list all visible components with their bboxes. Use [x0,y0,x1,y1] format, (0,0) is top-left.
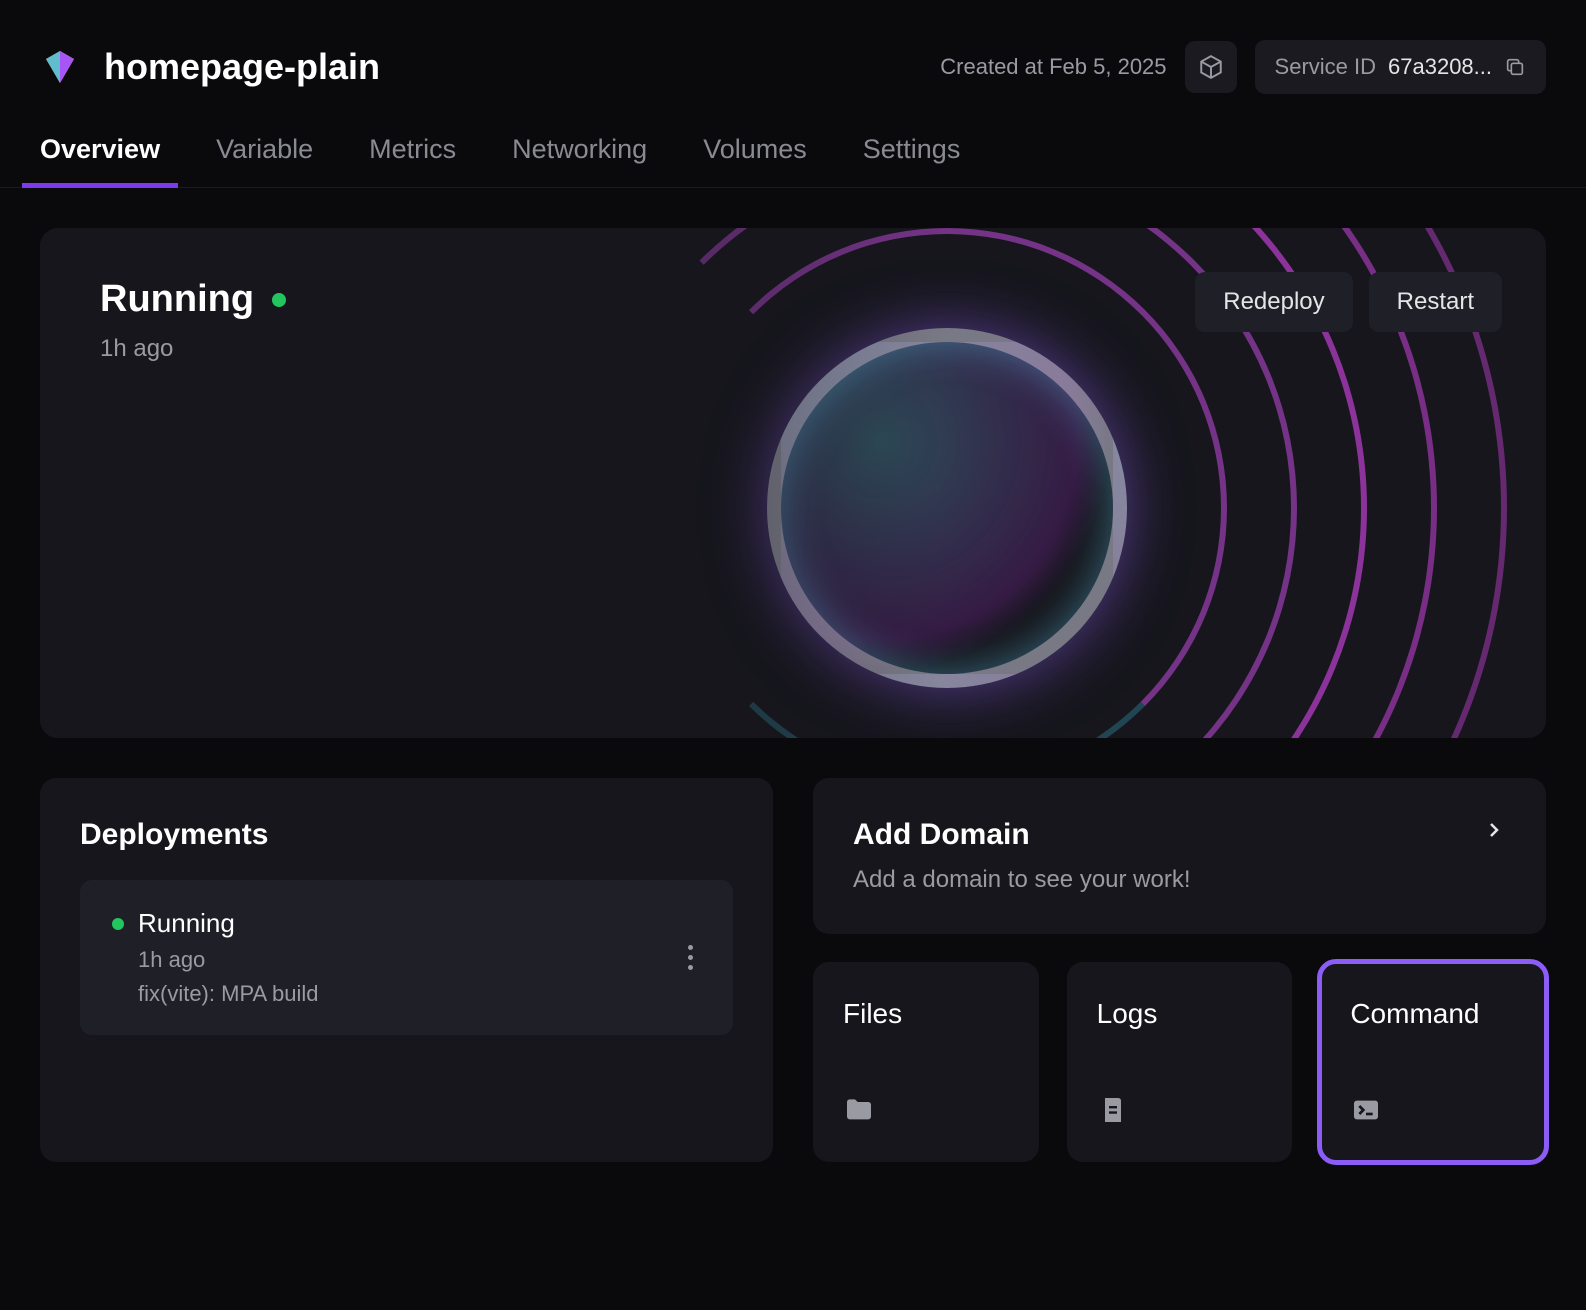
tab-overview[interactable]: Overview [40,134,160,187]
deployments-title: Deployments [80,818,733,852]
created-at-label: Created at Feb 5, 2025 [940,54,1166,80]
logo-icon [40,47,80,87]
service-id-label: Service ID [1275,54,1376,80]
terminal-icon [1350,1094,1382,1126]
add-domain-card[interactable]: Add Domain Add a domain to see your work… [813,778,1546,934]
header: homepage-plain Created at Feb 5, 2025 Se… [0,0,1586,114]
status-text: Running [100,278,254,321]
tool-label: Files [843,998,1009,1030]
redeploy-button[interactable]: Redeploy [1195,272,1352,332]
tabs: Overview Variable Metrics Networking Vol… [0,114,1586,188]
copy-icon [1504,56,1526,78]
chevron-right-icon [1482,818,1506,842]
tab-metrics[interactable]: Metrics [369,134,456,187]
status-time: 1h ago [100,335,286,363]
deployment-item[interactable]: Running 1h ago fix(vite): MPA build [80,880,733,1035]
tab-volumes[interactable]: Volumes [703,134,807,187]
service-id-button[interactable]: Service ID 67a3208... [1255,40,1546,94]
command-button[interactable]: Command [1320,962,1546,1162]
deployments-card: Deployments Running 1h ago fix(vite): MP… [40,778,773,1162]
files-button[interactable]: Files [813,962,1039,1162]
deployment-status: Running [138,908,235,939]
more-icon [688,945,693,950]
tool-label: Command [1350,998,1516,1030]
tab-networking[interactable]: Networking [512,134,647,187]
restart-button[interactable]: Restart [1369,272,1502,332]
status-dot-icon [112,918,124,930]
status-hero-card: Running 1h ago Redeploy Restart [40,228,1546,738]
file-icon [1097,1094,1129,1126]
domain-description: Add a domain to see your work! [853,866,1191,894]
folder-icon [843,1094,875,1126]
domain-title: Add Domain [853,818,1191,852]
page-title: homepage-plain [104,46,380,88]
deployment-time: 1h ago [138,947,319,973]
tool-label: Logs [1097,998,1263,1030]
container-button[interactable] [1185,41,1237,93]
tab-variable[interactable]: Variable [216,134,313,187]
status-dot-icon [272,293,286,307]
more-button[interactable] [680,937,701,978]
tab-settings[interactable]: Settings [863,134,961,187]
deployment-message: fix(vite): MPA build [138,981,319,1007]
cube-icon [1198,54,1224,80]
service-id-value: 67a3208... [1388,54,1492,80]
logs-button[interactable]: Logs [1067,962,1293,1162]
